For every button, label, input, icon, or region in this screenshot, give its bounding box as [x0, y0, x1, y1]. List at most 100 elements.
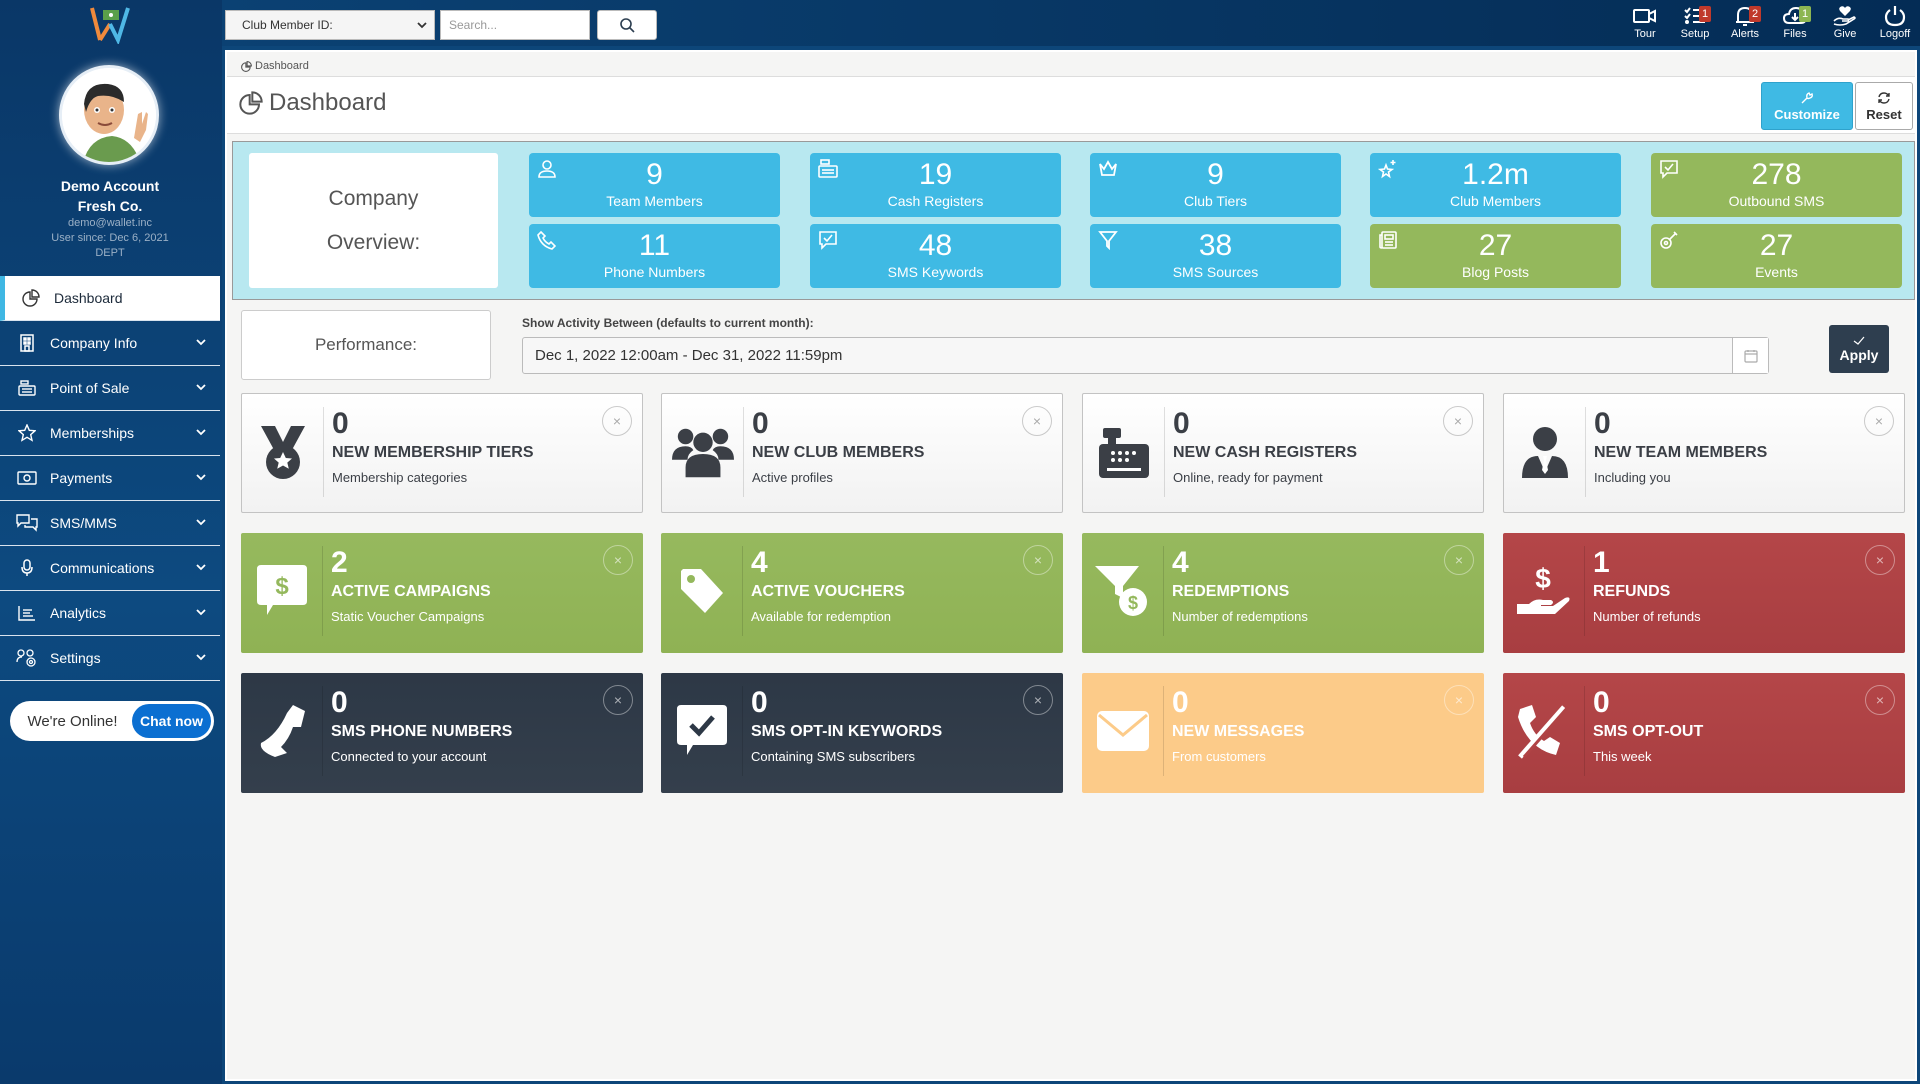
account-email: demo@wallet.inc: [68, 217, 152, 229]
chat-widget[interactable]: We're Online! Chat now: [10, 701, 214, 741]
wallet-logo[interactable]: [88, 4, 132, 44]
calendar-button[interactable]: [1732, 338, 1768, 373]
avatar[interactable]: [59, 65, 159, 165]
card-new-club-members[interactable]: 0 NEW CLUB MEMBERS Active profiles ×: [661, 393, 1063, 513]
customize-button[interactable]: Customize: [1761, 82, 1853, 130]
card-title: NEW CLUB MEMBERS: [752, 444, 925, 461]
stat-sms-sources[interactable]: 38 SMS Sources: [1090, 224, 1341, 288]
give-label: Give: [1833, 28, 1857, 40]
alerts-badge: 2: [1749, 6, 1762, 22]
setup-button[interactable]: Setup 1: [1670, 4, 1720, 46]
card-sms-opt-out[interactable]: 0 SMS OPT-OUT This week ×: [1503, 673, 1905, 793]
reset-label: Reset: [1866, 106, 1902, 122]
card-active-vouchers[interactable]: 4 ACTIVE VOUCHERS Available for redempti…: [661, 533, 1063, 653]
close-icon[interactable]: ×: [602, 406, 632, 436]
card-title: NEW MESSAGES: [1172, 723, 1305, 740]
reset-button[interactable]: Reset: [1855, 82, 1913, 130]
sidebar-item-company-info[interactable]: Company Info: [0, 321, 220, 366]
stat-value: 1.2m: [1462, 158, 1529, 191]
stat-phone-numbers[interactable]: 11 Phone Numbers: [529, 224, 780, 288]
card-new-membership-tiers[interactable]: 0 NEW MEMBERSHIP TIERS Membership catego…: [241, 393, 643, 513]
close-icon[interactable]: ×: [603, 685, 633, 715]
close-icon[interactable]: ×: [1444, 685, 1474, 715]
sidebar-item-analytics[interactable]: Analytics: [0, 591, 220, 636]
stat-club-members[interactable]: 1.2m Club Members: [1370, 153, 1621, 217]
date-range-input[interactable]: Dec 1, 2022 12:00am - Dec 31, 2022 11:59…: [522, 337, 1769, 374]
stat-events[interactable]: 27 Events: [1651, 224, 1902, 288]
comment-check-icon: [671, 701, 733, 761]
stat-blog-posts[interactable]: 27 Blog Posts: [1370, 224, 1621, 288]
stat-outbound-sms[interactable]: 278 Outbound SMS: [1651, 153, 1902, 217]
sidebar-item-point-of-sale[interactable]: Point of Sale: [0, 366, 220, 411]
card-title: REFUNDS: [1593, 583, 1671, 600]
account-since: User since: Dec 6, 2021: [51, 232, 169, 244]
message-check-icon: [819, 231, 837, 250]
stat-label: Team Members: [606, 193, 703, 209]
wrench-icon: [1801, 91, 1813, 103]
close-icon[interactable]: ×: [1022, 406, 1052, 436]
overview-label-line1: Company: [328, 186, 419, 210]
close-icon[interactable]: ×: [1023, 685, 1053, 715]
tour-button[interactable]: Tour: [1620, 4, 1670, 46]
give-button[interactable]: Give: [1820, 4, 1870, 46]
stat-label: Events: [1755, 264, 1798, 280]
toolbar-icons: Tour Setup 1 Alerts 2 Files 1 Give Logof…: [1620, 4, 1920, 46]
page-title: Dashboard: [239, 89, 386, 117]
search-input[interactable]: [440, 10, 590, 40]
card-sms-phone-numbers[interactable]: 0 SMS PHONE NUMBERS Connected to your ac…: [241, 673, 643, 793]
close-icon[interactable]: ×: [1865, 685, 1895, 715]
alerts-button[interactable]: Alerts 2: [1720, 4, 1770, 46]
close-icon[interactable]: ×: [1865, 545, 1895, 575]
close-icon[interactable]: ×: [1443, 406, 1473, 436]
card-redemptions[interactable]: $ 4 REDEMPTIONS Number of redemptions ×: [1082, 533, 1484, 653]
stat-cash-registers[interactable]: 19 Cash Registers: [810, 153, 1061, 217]
tour-label: Tour: [1634, 28, 1656, 40]
breadcrumb-item[interactable]: Dashboard: [255, 60, 309, 72]
stat-sms-keywords[interactable]: 48 SMS Keywords: [810, 224, 1061, 288]
files-button[interactable]: Files 1: [1770, 4, 1820, 46]
chat-bubbles-icon: [16, 512, 38, 534]
sidebar-item-dashboard[interactable]: Dashboard: [0, 276, 220, 321]
stat-team-members[interactable]: 9 Team Members: [529, 153, 780, 217]
logoff-button[interactable]: Logoff: [1870, 4, 1920, 46]
card-active-campaigns[interactable]: $ 2 ACTIVE CAMPAIGNS Static Voucher Camp…: [241, 533, 643, 653]
message-check-icon: [1660, 160, 1678, 179]
user-tie-icon: [538, 160, 556, 178]
search-type-select[interactable]: Club Member ID:: [225, 10, 435, 40]
card-subtitle: Online, ready for payment: [1173, 470, 1323, 485]
sidebar-item-communications[interactable]: Communications: [0, 546, 220, 591]
svg-text:$: $: [1128, 593, 1138, 613]
close-icon[interactable]: ×: [1444, 545, 1474, 575]
search-button[interactable]: [597, 10, 657, 40]
chevron-down-icon: [417, 22, 427, 29]
stat-label: Club Members: [1449, 193, 1542, 209]
sidebar-item-sms-mms[interactable]: SMS/MMS: [0, 501, 220, 546]
sidebar-item-memberships[interactable]: Memberships: [0, 411, 220, 456]
stat-label: SMS Sources: [1172, 264, 1259, 280]
account-name: Demo Account: [60, 178, 160, 194]
card-refunds[interactable]: $ 1 REFUNDS Number of refunds ×: [1503, 533, 1905, 653]
card-sms-opt-in-keywords[interactable]: 0 SMS OPT-IN KEYWORDS Containing SMS sub…: [661, 673, 1063, 793]
stat-club-tiers[interactable]: 9 Club Tiers: [1090, 153, 1341, 217]
pie-chart-icon: [241, 60, 252, 72]
close-icon[interactable]: ×: [603, 545, 633, 575]
user-tie-icon: [1514, 422, 1576, 482]
card-value: 0: [1594, 407, 1611, 440]
apply-button[interactable]: Apply: [1829, 325, 1889, 373]
close-icon[interactable]: ×: [1864, 406, 1894, 436]
card-new-cash-registers[interactable]: 0 NEW CASH REGISTERS Online, ready for p…: [1082, 393, 1484, 513]
card-divider: [742, 686, 743, 776]
date-range-label: Show Activity Between (defaults to curre…: [522, 316, 814, 330]
chat-now-button[interactable]: Chat now: [132, 704, 211, 738]
stat-value: 38: [1198, 229, 1233, 262]
logoff-label: Logoff: [1879, 28, 1911, 40]
sidebar-item-payments[interactable]: Payments: [0, 456, 220, 501]
card-new-team-members[interactable]: 0 NEW TEAM MEMBERS Including you ×: [1503, 393, 1905, 513]
card-divider: [322, 546, 323, 636]
close-icon[interactable]: ×: [1023, 545, 1053, 575]
sidebar-item-settings[interactable]: Settings: [0, 636, 220, 681]
users-gear-icon: [16, 647, 38, 669]
card-subtitle: From customers: [1172, 749, 1266, 764]
refresh-icon: [1878, 91, 1890, 104]
card-new-messages[interactable]: 0 NEW MESSAGES From customers ×: [1082, 673, 1484, 793]
